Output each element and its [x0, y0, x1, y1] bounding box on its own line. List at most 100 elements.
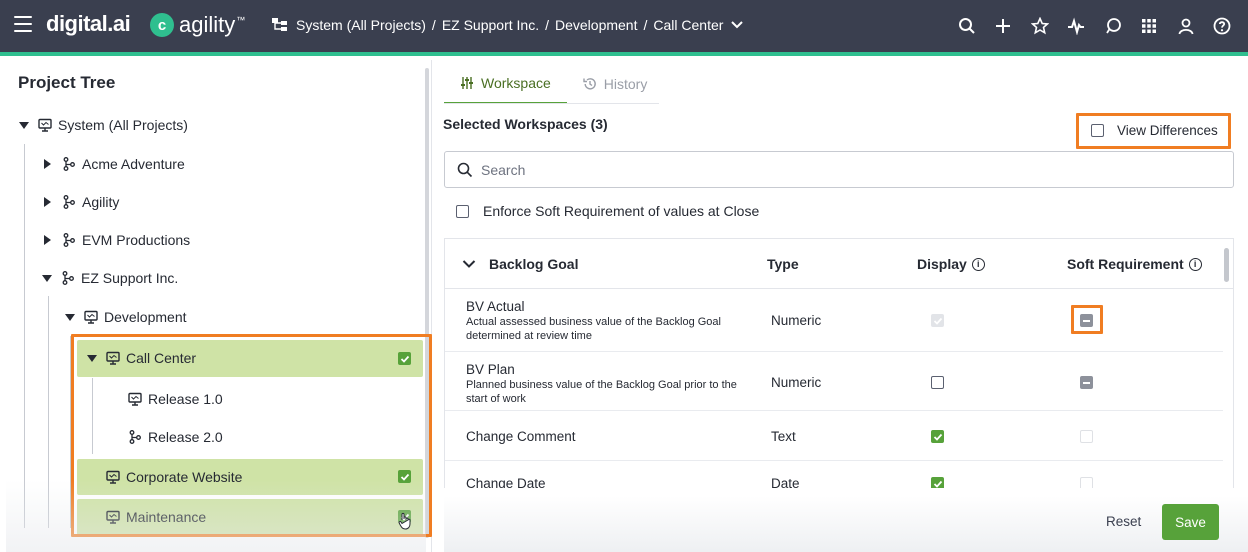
tree-node-development[interactable]: Development	[65, 299, 187, 335]
search-icon	[457, 162, 473, 177]
breadcrumb-item[interactable]: System (All Projects)	[296, 17, 426, 33]
agility-logo-mark: c	[150, 13, 174, 37]
agility-logo-word: agility	[179, 12, 236, 37]
workspace-tabs: Workspace History	[444, 64, 663, 104]
caret-right-icon[interactable]	[44, 197, 51, 207]
tree-node-label: System (All Projects)	[58, 117, 188, 133]
tree-node-label: Agility	[82, 194, 120, 210]
reset-button[interactable]: Reset	[1106, 514, 1141, 529]
column-header-label: Soft Requirement	[1067, 256, 1184, 272]
tab-history[interactable]: History	[567, 64, 664, 104]
tab-label: Workspace	[481, 75, 551, 91]
caret-right-icon[interactable]	[44, 235, 51, 245]
highlight-box-soft-requirement	[1071, 305, 1103, 334]
highlight-box-selected-projects	[71, 334, 432, 537]
branch-icon	[63, 233, 75, 247]
tree-node-acme-adventure[interactable]: Acme Adventure	[44, 146, 185, 182]
caret-right-icon[interactable]	[44, 159, 51, 169]
header-actions	[942, 14, 1234, 38]
digital-ai-logo: digital.ai	[46, 11, 131, 36]
breadcrumb-item[interactable]: Development	[555, 17, 638, 33]
field-type: Text	[771, 429, 796, 444]
chevron-down-icon[interactable]	[462, 259, 476, 269]
tree-node-ez-support[interactable]: EZ Support Inc.	[42, 260, 178, 296]
agility-logo: c agility ™	[150, 12, 245, 38]
field-type: Date	[771, 476, 800, 488]
caret-down-icon[interactable]	[42, 274, 52, 282]
tree-guide-line	[48, 296, 49, 528]
soft-requirement-checkbox-disabled	[1080, 430, 1093, 443]
project-tree-title: Project Tree	[18, 73, 116, 92]
display-checkbox-disabled	[931, 314, 944, 327]
field-type: Numeric	[771, 313, 822, 328]
display-checkbox-checked[interactable]	[931, 477, 944, 488]
check-icon	[933, 317, 942, 325]
help-icon[interactable]	[1210, 14, 1234, 38]
user-icon[interactable]	[1174, 14, 1198, 38]
enforce-soft-requirement-option[interactable]: Enforce Soft Requirement of values at Cl…	[456, 203, 759, 219]
breadcrumb-item[interactable]: EZ Support Inc.	[442, 17, 539, 33]
tree-node-label: Acme Adventure	[82, 156, 185, 172]
hamburger-menu-icon[interactable]	[14, 16, 32, 32]
field-name: Change Date	[466, 476, 546, 488]
tab-workspace[interactable]: Workspace	[444, 64, 567, 104]
search-icon[interactable]	[955, 14, 979, 38]
tree-node-label: EVM Productions	[82, 232, 191, 248]
tree-node-evm-productions[interactable]: EVM Productions	[44, 222, 190, 258]
caret-down-icon[interactable]	[19, 121, 29, 129]
soft-requirement-checkbox-disabled	[1080, 477, 1093, 488]
save-button[interactable]: Save	[1162, 504, 1219, 540]
tree-node-agility[interactable]: Agility	[44, 184, 119, 220]
monitor-icon	[38, 118, 52, 132]
field-type: Numeric	[771, 375, 822, 390]
tree-node-label: EZ Support Inc.	[81, 270, 179, 286]
soft-requirement-checkbox-indeterminate[interactable]	[1080, 376, 1093, 389]
field-description: Planned business value of the Backlog Go…	[466, 379, 737, 405]
tree-node-system[interactable]: System (All Projects)	[19, 107, 188, 143]
display-checkbox[interactable]	[931, 376, 944, 389]
star-icon[interactable]	[1028, 14, 1052, 38]
table-row: BV Plan Planned business value of the Ba…	[445, 352, 1223, 411]
top-navigation-bar: digital.ai c agility ™ System (All Proje…	[0, 0, 1248, 52]
enforce-soft-requirement-checkbox[interactable]	[456, 204, 469, 218]
field-name: BV Plan	[466, 362, 515, 377]
field-description: Actual assessed business value of the Ba…	[466, 316, 721, 342]
history-icon	[583, 78, 596, 90]
check-icon	[933, 480, 942, 488]
tabs-divider	[444, 103, 659, 104]
hand-cursor-icon	[398, 512, 411, 530]
display-checkbox-checked[interactable]	[931, 430, 944, 443]
info-icon[interactable]: i	[971, 257, 985, 271]
chat-icon[interactable]	[1101, 14, 1125, 38]
grid-scrollbar[interactable]	[1224, 248, 1229, 282]
group-header-backlog-goal[interactable]: Backlog Goal	[462, 256, 578, 272]
grid-header: Backlog Goal Type Display i Soft Require…	[445, 239, 1233, 289]
field-name: Change Comment	[466, 429, 576, 444]
apps-grid-icon[interactable]	[1137, 14, 1161, 38]
chevron-down-icon[interactable]	[731, 20, 744, 30]
field-settings-grid: Backlog Goal Type Display i Soft Require…	[444, 238, 1234, 488]
activity-icon[interactable]	[1064, 14, 1088, 38]
table-row: Change Comment Text	[445, 411, 1223, 461]
check-icon	[933, 433, 942, 441]
sliders-icon	[461, 77, 473, 89]
column-header-type: Type	[767, 256, 799, 272]
tree-node-label: Development	[104, 309, 187, 325]
group-label: Backlog Goal	[489, 256, 579, 272]
caret-down-icon[interactable]	[65, 313, 75, 321]
plus-icon[interactable]	[991, 14, 1015, 38]
table-row: BV Actual Actual assessed business value…	[445, 289, 1223, 352]
breadcrumb-item[interactable]: Call Center	[653, 17, 723, 33]
branch-icon	[62, 271, 74, 285]
column-header-soft-requirement: Soft Requirement i	[1067, 256, 1202, 272]
project-breadcrumb[interactable]: System (All Projects) / EZ Support Inc. …	[272, 17, 744, 33]
monitor-icon	[84, 310, 98, 324]
trademark-symbol: ™	[236, 15, 246, 25]
search-input[interactable]: Search	[444, 151, 1234, 188]
highlight-box-view-differences	[1076, 113, 1231, 149]
info-icon[interactable]: i	[1188, 257, 1202, 271]
field-name: BV Actual	[466, 299, 525, 314]
branch-icon	[63, 157, 75, 171]
branch-icon	[63, 195, 75, 209]
header-accent-line	[0, 52, 1248, 56]
